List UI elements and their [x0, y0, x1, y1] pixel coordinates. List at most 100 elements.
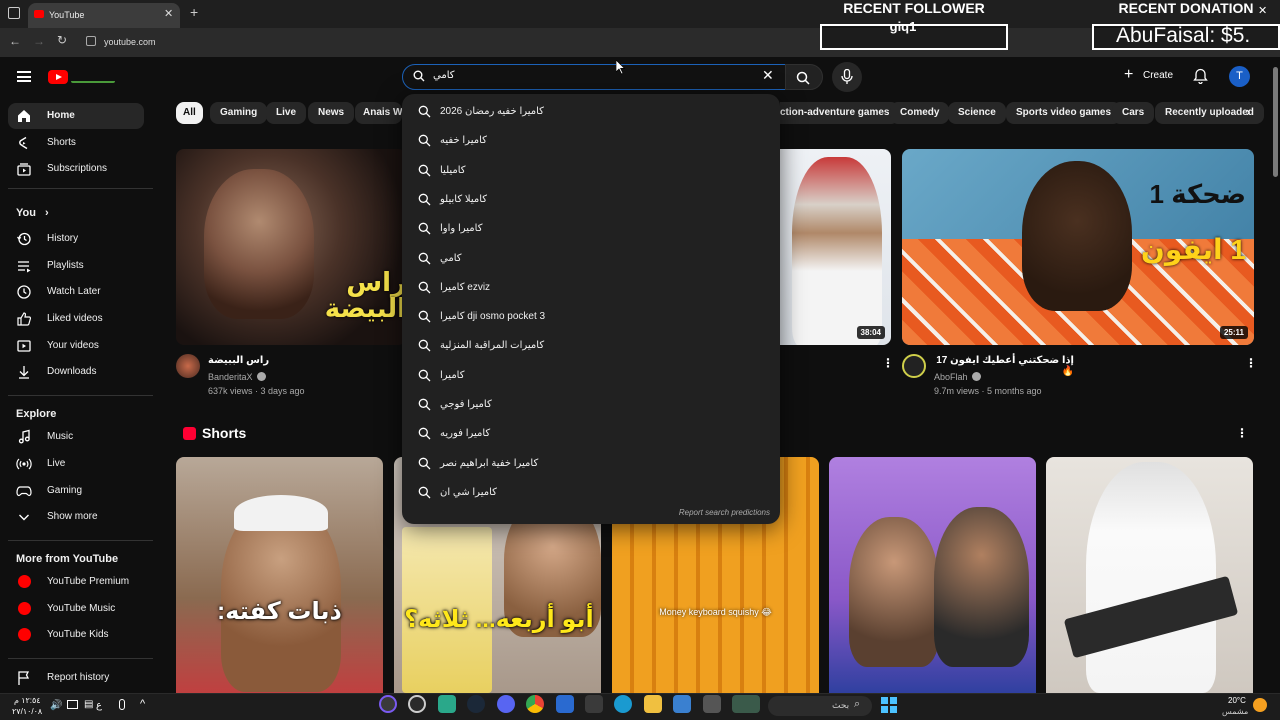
discord-app-icon[interactable]	[497, 695, 515, 713]
sidebar-item-youtube-kids[interactable]: YouTube Kids	[8, 622, 144, 648]
url-text[interactable]: youtube.com	[104, 37, 156, 47]
mail-app-icon[interactable]	[556, 695, 574, 713]
windows-start-icon[interactable]	[881, 697, 897, 713]
file-explorer-app-icon[interactable]	[644, 695, 662, 713]
avatar[interactable]: T	[1229, 66, 1250, 87]
weather-temp[interactable]: 20°C	[1228, 696, 1246, 705]
report-search-predictions-link[interactable]: Report search predictions	[660, 508, 770, 517]
new-tab-icon[interactable]: +	[190, 4, 198, 20]
store-app-icon[interactable]	[585, 695, 603, 713]
photos-app-icon[interactable]	[673, 695, 691, 713]
channel-avatar[interactable]	[176, 354, 200, 378]
chip-live[interactable]: Live	[266, 102, 307, 124]
taskbar-time[interactable]: ١٢:٥٤ م	[14, 696, 41, 705]
more-options-icon[interactable]: ⋮	[882, 356, 894, 370]
search-suggestion[interactable]: كاميرا فوجي	[402, 390, 780, 419]
search-suggestion[interactable]: كاميرا فوريه	[402, 419, 780, 448]
short-thumbnail[interactable]	[829, 457, 1036, 693]
edge-app-icon[interactable]	[614, 695, 632, 713]
search-suggestion[interactable]: كامي	[402, 244, 780, 273]
search-suggestion[interactable]: كاميرا خفية ابراهيم نصر	[402, 449, 780, 478]
reload-icon[interactable]: ↻	[57, 33, 67, 47]
chip-anais[interactable]: Anais Wa	[355, 102, 402, 124]
sidebar-item-history[interactable]: History	[8, 226, 144, 252]
search-suggestion[interactable]: كاميليا	[402, 156, 780, 185]
back-icon[interactable]: ←	[9, 34, 21, 48]
taskbar-date[interactable]: ٢٧/١٠/٠٨	[12, 707, 42, 716]
search-suggestion[interactable]: كاميرا واوا	[402, 214, 780, 243]
more-options-icon[interactable]: ⋮	[1245, 356, 1257, 370]
video-thumbnail[interactable]: راس البيضة	[176, 149, 406, 345]
more-options-icon[interactable]: ⋮	[1236, 426, 1248, 440]
widget-car-icon[interactable]	[732, 695, 760, 713]
channel-name[interactable]: AboFlah	[934, 372, 968, 382]
task-view-icon[interactable]	[703, 695, 721, 713]
screen-recorder-app-icon[interactable]	[408, 695, 426, 713]
sidebar-item-music[interactable]: Music	[8, 424, 144, 450]
display-icon[interactable]	[67, 700, 78, 709]
page-scrollbar[interactable]	[1271, 57, 1280, 693]
channel-name[interactable]: BanderitaX	[208, 372, 253, 382]
network-icon[interactable]: ▤	[84, 699, 93, 710]
short-thumbnail[interactable]: ذبات كفته:	[176, 457, 383, 693]
tab-close-icon[interactable]: ✕	[164, 7, 173, 20]
sidebar-item-home[interactable]: Home	[8, 103, 144, 129]
search-suggestion[interactable]: كاميرا dji osmo pocket 3	[402, 302, 780, 331]
scrollbar-thumb[interactable]	[1273, 67, 1278, 177]
chevron-right-icon[interactable]: ›	[1246, 104, 1250, 119]
sidebar-item-live[interactable]: Live	[8, 451, 144, 477]
tab-list-icon[interactable]	[8, 7, 20, 19]
close-icon[interactable]: ✕	[1258, 4, 1267, 17]
menu-icon[interactable]	[17, 71, 31, 82]
search-suggestion[interactable]: كاميلا كابيلو	[402, 185, 780, 214]
browser-tab-youtube[interactable]: YouTube ✕	[28, 3, 180, 28]
chip-action-adventure[interactable]: ction-adventure games	[780, 102, 900, 124]
video-thumbnail[interactable]: 38:04	[772, 149, 891, 345]
search-suggestion[interactable]: كاميرا خفيه رمضان 2026	[402, 97, 780, 126]
input-language[interactable]: ع	[96, 700, 102, 711]
video-title[interactable]: راس الببيضة	[208, 355, 269, 366]
sidebar-item-report-history[interactable]: Report history	[8, 665, 144, 691]
steam-app-icon[interactable]	[467, 695, 485, 713]
search-suggestion[interactable]: كاميرا خفيه	[402, 126, 780, 155]
sidebar-item-watch-later[interactable]: Watch Later	[8, 279, 144, 305]
youtube-logo[interactable]	[48, 69, 118, 85]
voice-search-button[interactable]	[832, 62, 862, 92]
sidebar-section-you[interactable]: You ›	[16, 207, 49, 219]
chip-sports-video-games[interactable]: Sports video games	[1006, 102, 1122, 124]
app-icon-green[interactable]	[438, 695, 456, 713]
chip-all[interactable]: All	[176, 102, 203, 124]
chip-news[interactable]: News	[308, 102, 355, 124]
notifications-bell-icon[interactable]	[1193, 68, 1208, 84]
channel-avatar[interactable]	[902, 354, 926, 378]
chip-cars[interactable]: Cars	[1112, 102, 1155, 124]
video-thumbnail[interactable]: ضحكة 1 1 ايفون 25:11	[902, 149, 1254, 345]
search-suggestion[interactable]: كاميرا شي ان	[402, 478, 780, 507]
sidebar-item-downloads[interactable]: Downloads	[8, 359, 144, 385]
volume-icon[interactable]: 🔊	[50, 700, 62, 711]
taskbar-search[interactable]: بحث ⌕	[768, 696, 872, 716]
short-thumbnail[interactable]	[1046, 457, 1253, 693]
chip-gaming[interactable]: Gaming	[210, 102, 268, 124]
site-info-icon[interactable]	[86, 36, 96, 46]
weather-desc[interactable]: مشمس	[1222, 707, 1248, 716]
chip-comedy[interactable]: Comedy	[890, 102, 950, 124]
search-button[interactable]	[785, 64, 823, 90]
search-input[interactable]: كامي	[433, 70, 455, 81]
sidebar-item-youtube-music[interactable]: YouTube Music	[8, 596, 144, 622]
forward-icon[interactable]: →	[33, 34, 45, 48]
search-suggestion[interactable]: كاميرات المراقبة المنزلية	[402, 331, 780, 360]
chrome-app-icon[interactable]	[526, 695, 544, 713]
sidebar-item-subscriptions[interactable]: Subscriptions	[8, 156, 144, 182]
microphone-tray-icon[interactable]	[119, 699, 125, 710]
search-box[interactable]	[402, 64, 786, 90]
sidebar-item-show-more[interactable]: Show more	[8, 504, 144, 530]
search-suggestion[interactable]: كاميرا	[402, 361, 780, 390]
clear-search-icon[interactable]: ✕	[762, 67, 774, 84]
sidebar-item-playlists[interactable]: Playlists	[8, 253, 144, 279]
create-button[interactable]: + Create	[1118, 62, 1182, 90]
chip-science[interactable]: Science	[948, 102, 1006, 124]
tray-overflow-icon[interactable]: ^	[140, 698, 145, 710]
search-suggestion[interactable]: كاميرا ezviz	[402, 273, 780, 302]
sidebar-item-your-videos[interactable]: Your videos	[8, 333, 144, 359]
